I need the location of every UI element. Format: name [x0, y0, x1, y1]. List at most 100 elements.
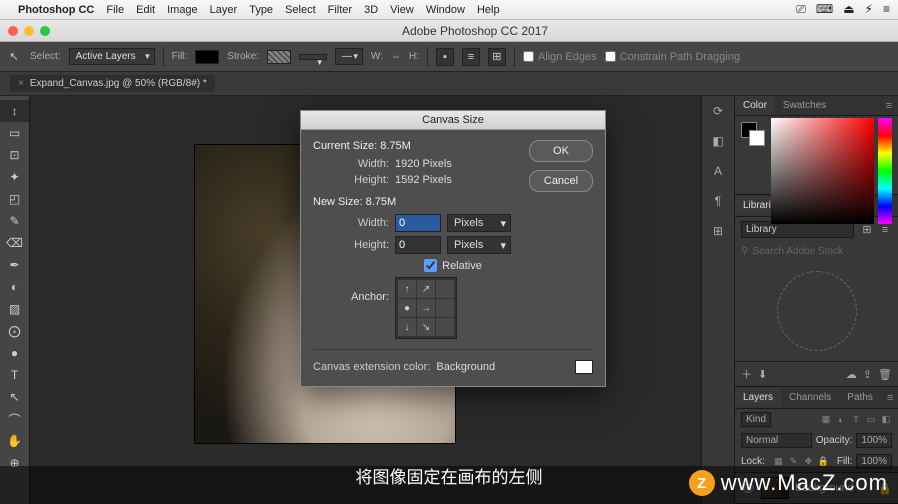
anchor-cell[interactable]: ↘ — [417, 318, 435, 336]
height-unit[interactable]: Pixels — [447, 236, 511, 254]
list-view-icon[interactable]: ≡ — [878, 223, 892, 237]
tab-channels[interactable]: Channels — [781, 388, 839, 407]
menu-layer[interactable]: Layer — [210, 4, 238, 16]
add-icon[interactable]: ＋ — [741, 366, 752, 382]
select-dropdown[interactable]: Active Layers — [69, 48, 155, 65]
type-tool[interactable]: T — [0, 364, 29, 386]
filter-smart-icon[interactable]: ◧ — [880, 414, 892, 426]
pen-tool[interactable]: ● — [0, 342, 29, 364]
search-stock[interactable]: ⚲ Search Adobe Stock — [735, 242, 898, 261]
wand-tool[interactable]: ✦ — [0, 166, 29, 188]
character-icon[interactable]: A — [709, 162, 727, 180]
menu-view[interactable]: View — [390, 4, 414, 16]
stroke-style[interactable]: — — [335, 48, 363, 65]
anchor-cell[interactable] — [436, 299, 454, 317]
opacity-value[interactable]: 100% — [856, 433, 892, 448]
filter-pixel-icon[interactable]: ▦ — [820, 414, 832, 426]
tab-paths[interactable]: Paths — [839, 388, 881, 407]
tab-color[interactable]: Color — [735, 96, 775, 115]
status-icon[interactable]: ⎚ — [796, 2, 806, 17]
document-tab[interactable]: × Expand_Canvas.jpg @ 50% (RGB/8#) * — [10, 75, 215, 92]
menu-select[interactable]: Select — [285, 4, 316, 16]
heal-tool[interactable]: ⌫ — [0, 232, 29, 254]
properties-icon[interactable]: ◧ — [709, 132, 727, 150]
brush-tool[interactable]: ✒ — [0, 254, 29, 276]
anchor-cell[interactable]: ↑ — [398, 280, 416, 298]
move-tool-icon[interactable]: ↖ — [6, 49, 22, 65]
menu-file[interactable]: File — [106, 4, 124, 16]
align-icon[interactable]: ≡ — [462, 48, 480, 66]
menu-window[interactable]: Window — [426, 4, 465, 16]
status-icon[interactable]: ⚡︎ — [865, 2, 873, 17]
menu-3d[interactable]: 3D — [364, 4, 378, 16]
status-icon[interactable]: ⏏ — [843, 2, 854, 17]
extension-color-select[interactable]: Background — [436, 361, 569, 373]
width-unit[interactable]: Pixels — [447, 214, 511, 232]
new-height-input[interactable] — [395, 236, 441, 254]
relative-checkbox[interactable] — [424, 259, 437, 272]
close-button[interactable] — [8, 26, 18, 36]
anchor-cell[interactable]: → — [417, 299, 435, 317]
panel-menu-icon[interactable]: ≡ — [881, 392, 898, 404]
hue-slider[interactable] — [878, 118, 892, 224]
gradient-tool[interactable]: ▨ — [0, 298, 29, 320]
eyedropper-tool[interactable]: ✎ — [0, 210, 29, 232]
menu-edit[interactable]: Edit — [136, 4, 155, 16]
tab-layers[interactable]: Layers — [735, 388, 781, 407]
paragraph-icon[interactable]: ¶ — [709, 192, 727, 210]
menu-filter[interactable]: Filter — [328, 4, 352, 16]
shape-tool[interactable]: ⌒ — [0, 408, 29, 430]
panel-menu-icon[interactable]: ≡ — [880, 100, 898, 112]
lasso-tool[interactable]: ⊡ — [0, 144, 29, 166]
tab-swatches[interactable]: Swatches — [775, 96, 834, 115]
marquee-tool[interactable]: ▭ — [0, 122, 29, 144]
minimize-button[interactable] — [24, 26, 34, 36]
filter-type-icon[interactable]: T — [850, 414, 862, 426]
cloud-icon[interactable]: ☁ — [846, 368, 857, 381]
new-width-input[interactable] — [395, 214, 441, 232]
dodge-tool[interactable]: ⨀ — [0, 320, 29, 342]
anchor-cell[interactable] — [436, 280, 454, 298]
filter-kind[interactable]: Kind — [741, 412, 771, 427]
filter-adj-icon[interactable]: ◐ — [835, 414, 847, 426]
menu-image[interactable]: Image — [167, 4, 198, 16]
ok-button[interactable]: OK — [529, 140, 593, 162]
history-icon[interactable]: ⟳ — [709, 102, 727, 120]
stroke-width[interactable] — [299, 54, 327, 60]
anchor-cell[interactable]: ↓ — [398, 318, 416, 336]
menu-type[interactable]: Type — [249, 4, 273, 16]
info-icon[interactable]: ⊞ — [709, 222, 727, 240]
download-icon[interactable]: ⬇ — [758, 368, 767, 381]
crop-tool[interactable]: ◰ — [0, 188, 29, 210]
zoom-button[interactable] — [40, 26, 50, 36]
path-tool[interactable]: ↖ — [0, 386, 29, 408]
blend-mode[interactable]: Normal — [741, 433, 812, 448]
close-tab-icon[interactable]: × — [18, 78, 24, 89]
status-icon[interactable]: ⌨ — [816, 2, 833, 17]
hand-tool[interactable]: ✋ — [0, 430, 29, 452]
link-icon[interactable]: ⇔ — [391, 51, 401, 62]
menu-help[interactable]: Help — [477, 4, 500, 16]
extension-color-swatch[interactable] — [575, 360, 593, 374]
grid-view-icon[interactable]: ⊞ — [860, 223, 874, 237]
path-op-icon[interactable]: ▪ — [436, 48, 454, 66]
cancel-button[interactable]: Cancel — [529, 170, 593, 192]
share-icon[interactable]: ⇪ — [863, 368, 872, 381]
anchor-cell[interactable]: ● — [398, 299, 416, 317]
trash-icon[interactable]: 🗑 — [878, 368, 892, 381]
stamp-tool[interactable]: ◐ — [0, 276, 29, 298]
move-tool[interactable]: ↕ — [0, 100, 29, 122]
stroke-swatch[interactable] — [267, 50, 291, 64]
align-edges-check[interactable]: Align Edges — [523, 51, 597, 63]
status-icon[interactable]: ≡ — [883, 2, 890, 17]
anchor-cell[interactable]: ↗ — [417, 280, 435, 298]
anchor-cell[interactable] — [436, 318, 454, 336]
color-field[interactable] — [771, 118, 874, 224]
app-name[interactable]: Photoshop CC — [18, 4, 94, 16]
arrange-icon[interactable]: ⊞ — [488, 48, 506, 66]
anchor-grid[interactable]: ↑ ↗ ● → ↓ ↘ — [395, 277, 457, 339]
fill-swatch[interactable] — [195, 50, 219, 64]
constrain-check[interactable]: Constrain Path Dragging — [605, 51, 740, 63]
filter-shape-icon[interactable]: ▭ — [865, 414, 877, 426]
fg-bg-swatches[interactable] — [741, 122, 765, 146]
